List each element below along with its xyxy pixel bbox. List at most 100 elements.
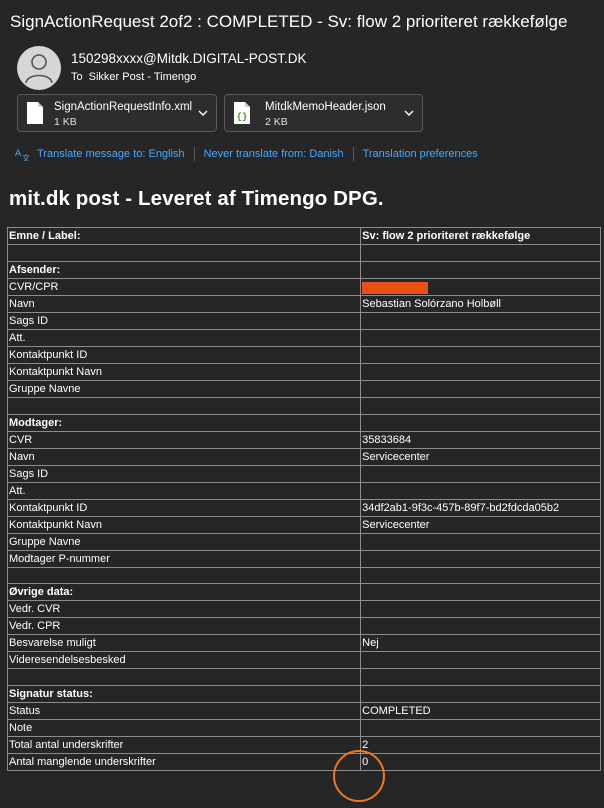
field-label: CVR/CPR xyxy=(6,277,362,296)
field-label: Besvarelse muligt xyxy=(6,634,362,653)
field-label: Kontaktpunkt ID xyxy=(6,345,362,364)
table-row: Total antal underskrifter 2 xyxy=(6,736,601,755)
field-label: Status xyxy=(6,702,362,721)
table-row: Navn Servicecenter xyxy=(6,447,601,466)
field-value: 0 xyxy=(360,753,601,772)
table-row: Besvarelse muligt Nej xyxy=(6,634,601,653)
field-label: Total antal underskrifter xyxy=(6,736,362,755)
translate-icon: A 文 xyxy=(15,149,30,161)
never-translate-link[interactable]: Never translate from: Danish xyxy=(204,148,344,160)
field-value xyxy=(360,617,601,636)
field-label xyxy=(6,396,362,415)
highlight-circle xyxy=(333,750,385,802)
chevron-down-icon[interactable] xyxy=(404,109,414,117)
field-value xyxy=(360,651,601,670)
table-row: Vedr. CVR xyxy=(6,600,601,619)
field-label: Antal manglende underskrifter xyxy=(6,753,362,772)
field-label: Modtager P-nummer xyxy=(6,549,362,568)
table-row: Signatur status: xyxy=(6,685,601,704)
field-value xyxy=(360,600,601,619)
chevron-down-icon[interactable] xyxy=(198,109,208,117)
field-value xyxy=(360,277,601,296)
field-value: 34df2ab1-9f3c-457b-89f7-bd2fdcda05b2 xyxy=(360,498,601,517)
field-value xyxy=(360,719,601,738)
field-value: 35833684 xyxy=(360,430,601,449)
field-value xyxy=(360,379,601,398)
field-label: Sags ID xyxy=(6,311,362,330)
table-row xyxy=(6,396,601,415)
field-value: COMPLETED xyxy=(360,702,601,721)
table-row: Vedr. CPR xyxy=(6,617,601,636)
table-row: Att. xyxy=(6,328,601,347)
table-row: Modtager: xyxy=(6,413,601,432)
field-label xyxy=(6,244,362,262)
field-label: Vedr. CPR xyxy=(6,617,362,636)
table-row: Antal manglende underskrifter 0 xyxy=(6,753,601,772)
field-value xyxy=(360,244,601,262)
attachment-name: SignActionRequestInfo.xml xyxy=(54,101,193,113)
divider xyxy=(193,147,195,161)
field-label: Gruppe Navne xyxy=(6,379,362,398)
field-value: Sv: flow 2 prioriteret rækkefølge xyxy=(360,227,601,245)
translate-bar: A 文 Translate message to: English Never t… xyxy=(15,147,478,161)
divider xyxy=(352,147,354,161)
table-row xyxy=(6,566,601,585)
sender-address[interactable]: 150298xxxx@Mitdk.DIGITAL-POST.DK xyxy=(71,51,307,66)
attachment-xml[interactable]: SignActionRequestInfo.xml 1 KB xyxy=(17,94,217,132)
attachment-size: 1 KB xyxy=(54,116,77,128)
field-label: CVR xyxy=(6,430,362,449)
table-row: Sags ID xyxy=(6,311,601,330)
table-row: Kontaktpunkt ID 34df2ab1-9f3c-457b-89f7-b… xyxy=(6,498,601,517)
field-value xyxy=(360,481,601,500)
table-row: Navn Sebastian Solórzano Holbøll xyxy=(6,294,601,313)
field-value: 2 xyxy=(360,736,601,755)
table-row: CVR 35833684 xyxy=(6,430,601,449)
field-label: Kontaktpunkt Navn xyxy=(6,362,362,381)
table-row: Emne / Label: Sv: flow 2 prioriteret rækk… xyxy=(6,227,601,245)
field-value xyxy=(360,532,601,551)
table-row: Gruppe Navne xyxy=(6,379,601,398)
field-value xyxy=(360,311,601,330)
translate-link[interactable]: Translate message to: English xyxy=(37,148,185,160)
field-label: Modtager: xyxy=(6,413,362,432)
table-row: Kontaktpunkt Navn xyxy=(6,362,601,381)
attachment-size: 2 KB xyxy=(265,116,288,128)
field-label: Videresendelsesbesked xyxy=(6,651,362,670)
field-value xyxy=(360,328,601,347)
field-value xyxy=(360,668,601,687)
field-value: Nej xyxy=(360,634,601,653)
document-file-icon xyxy=(27,102,43,124)
table-row: Kontaktpunkt Navn Servicecenter xyxy=(6,515,601,534)
field-label: Gruppe Navne xyxy=(6,532,362,551)
table-row xyxy=(6,668,601,687)
table-row: Note xyxy=(6,719,601,738)
table-row: CVR/CPR xyxy=(6,277,601,296)
translation-preferences-link[interactable]: Translation preferences xyxy=(363,148,478,160)
field-value: Servicecenter xyxy=(360,515,601,534)
table-row: Gruppe Navne xyxy=(6,532,601,551)
attachment-json[interactable]: {} MitdkMemoHeader.json 2 KB xyxy=(224,94,423,132)
field-label: Afsender: xyxy=(6,260,362,279)
table-row: Status COMPLETED xyxy=(6,702,601,721)
svg-text:A: A xyxy=(15,149,22,159)
field-value xyxy=(360,685,601,704)
field-value xyxy=(360,464,601,483)
email-subject: SignActionRequest 2of2 : COMPLETED - Sv:… xyxy=(10,12,568,31)
redaction-block xyxy=(362,281,429,294)
table-row: Att. xyxy=(6,481,601,500)
svg-text:文: 文 xyxy=(22,153,30,161)
table-row: Afsender: xyxy=(6,260,601,279)
field-value xyxy=(360,583,601,602)
field-value: Servicecenter xyxy=(360,447,601,466)
field-label: Signatur status: xyxy=(6,685,362,704)
json-file-icon: {} xyxy=(234,102,250,124)
to-label: To xyxy=(71,71,83,83)
field-label: Øvrige data: xyxy=(6,583,362,602)
recipient-name[interactable]: Sikker Post - Timengo xyxy=(89,71,197,83)
field-label xyxy=(6,566,362,585)
field-label: Vedr. CVR xyxy=(6,600,362,619)
attachment-name: MitdkMemoHeader.json xyxy=(265,101,386,113)
field-label: Note xyxy=(6,719,362,738)
sender-avatar[interactable] xyxy=(17,46,61,90)
field-label xyxy=(6,668,362,687)
